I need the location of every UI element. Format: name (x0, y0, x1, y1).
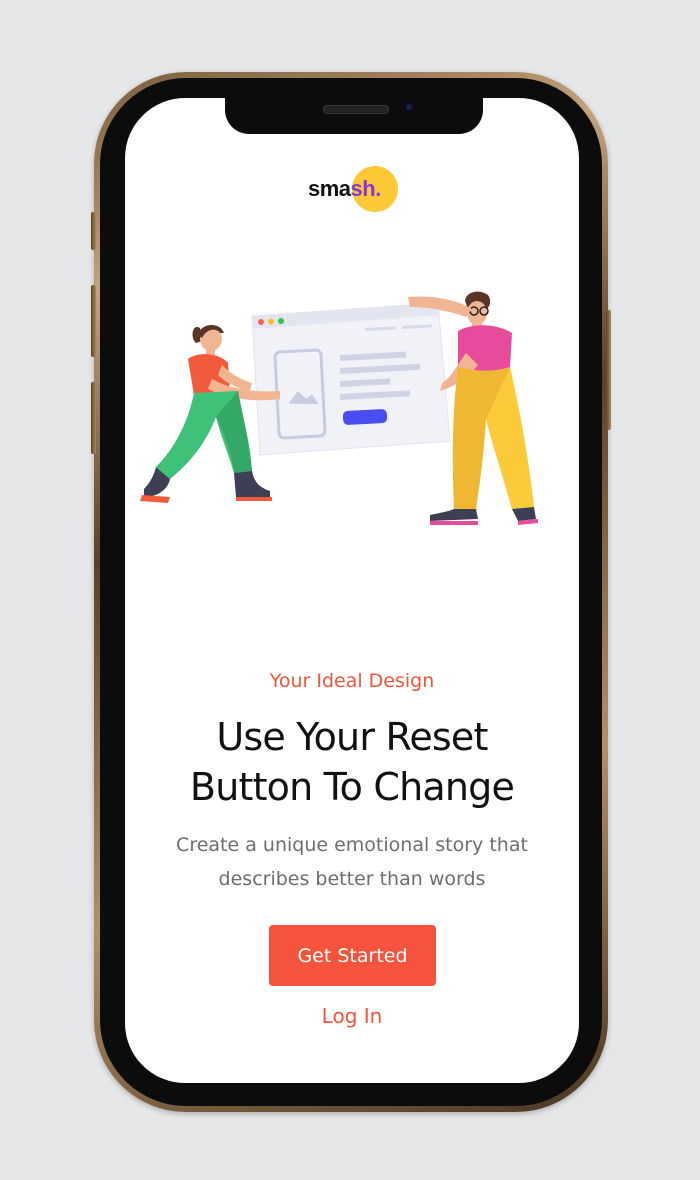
log-in-link[interactable]: Log In (125, 1004, 579, 1028)
subtitle-line-2: describes better than words (218, 868, 486, 890)
volume-up-button (91, 285, 96, 357)
silent-switch (91, 212, 96, 250)
smash-logo: smash. (308, 166, 418, 216)
page-title: Use Your Reset Button To Change (125, 712, 579, 812)
eyebrow-text: Your Ideal Design (269, 670, 435, 692)
notch (225, 98, 483, 134)
subtitle-line-1: Create a unique emotional story that (176, 834, 528, 856)
volume-down-button (91, 382, 96, 454)
subtitle-text: Create a unique emotional story that des… (155, 828, 549, 896)
power-button (606, 310, 611, 430)
title-line-2: Button To Change (189, 765, 515, 809)
logo-text: smash. (308, 176, 381, 201)
browser-window-graphic (251, 302, 451, 456)
people-holding-browser-window-illustration (140, 291, 538, 525)
front-camera-icon (403, 101, 415, 113)
speaker-grille (323, 105, 389, 114)
app-screen: smash. Your Ideal Design Use Your Reset … (125, 98, 579, 1083)
get-started-button[interactable]: Get Started (269, 925, 436, 986)
title-line-1: Use Your Reset (216, 715, 488, 759)
